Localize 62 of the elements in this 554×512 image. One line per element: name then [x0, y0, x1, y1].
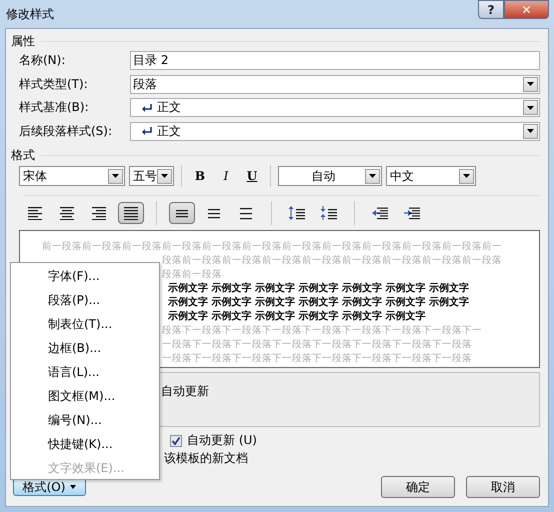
menu-item[interactable]: 边框(B)...: [11, 336, 159, 360]
section-heading: 属性: [11, 32, 35, 50]
caret-icon: [70, 485, 76, 489]
dropdown-icon[interactable]: [523, 100, 538, 116]
window-title: 修改样式: [5, 6, 54, 22]
indent-decrease-icon: [371, 205, 389, 221]
preview-text: 一段落下一段落下一段落下一段落下一段落下一段落下一段落下一段落: [162, 338, 472, 352]
menu-item[interactable]: 快捷键(K)...: [11, 432, 159, 456]
name-field[interactable]: 目录 2: [130, 51, 540, 70]
dropdown-icon[interactable]: [365, 168, 380, 184]
section-heading: 格式: [11, 146, 35, 164]
font-dropdown[interactable]: 宋体: [19, 166, 125, 186]
dropdown-icon[interactable]: [157, 168, 172, 184]
cancel-button[interactable]: 取消: [466, 476, 540, 498]
size-dropdown[interactable]: 五号: [129, 166, 174, 186]
help-button[interactable]: ?: [478, 0, 504, 19]
dropdown-icon[interactable]: [523, 76, 538, 92]
color-dropdown[interactable]: 自动: [278, 166, 382, 186]
preview-text: 示例文字 示例文字 示例文字 示例文字 示例文字 示例文字: [168, 310, 426, 324]
dropdown-icon[interactable]: [523, 124, 538, 139]
preview-text: 一段落下一段落下一段落下一段落下一段落下一段落下一段落下一段落: [162, 352, 472, 366]
align-icon: [122, 206, 140, 220]
menu-item[interactable]: 图文框(M)...: [11, 384, 159, 408]
preview-text: 前一段落前一段落前一段落前一段落前一段落前一段落前一段落前一段落前一段落前一段落前一段落前一: [42, 240, 502, 254]
style-dropdown[interactable]: 正文: [130, 98, 540, 118]
style-dropdown[interactable]: 正文: [130, 122, 540, 141]
align-icon: [26, 206, 44, 220]
line-spacing-icon: [205, 206, 223, 220]
line-spacing-button[interactable]: [169, 202, 195, 224]
align-icon: [90, 206, 108, 220]
underline-button[interactable]: U: [241, 166, 263, 186]
check-icon: [171, 436, 181, 446]
ok-button[interactable]: 确定: [381, 476, 455, 498]
field-label: 后续段落样式(S):: [19, 122, 114, 140]
spacing-increase-icon: [288, 205, 306, 221]
menu-item[interactable]: 字体(F)...: [11, 264, 159, 288]
indent-increase-icon: [403, 205, 421, 221]
option-text: 该模板的新文档: [164, 451, 248, 465]
preview-text: 段落前一段落: [162, 268, 222, 282]
menu-item[interactable]: 段落(P)...: [11, 288, 159, 312]
field-label: 样式类型(T):: [19, 76, 89, 93]
auto-update-checkbox[interactable]: 自动更新 (U): [170, 432, 257, 449]
language-dropdown[interactable]: 中文: [386, 166, 476, 186]
preview-text: 段落前一段落前一段落前一段落前一段落前一段落前一段落前一段落前一段落: [162, 254, 502, 268]
italic-button[interactable]: I: [215, 166, 237, 186]
style-dropdown[interactable]: 段落: [130, 74, 540, 94]
field-label: 样式基准(B):: [19, 99, 90, 116]
spacing-decrease-icon: [320, 205, 338, 221]
line-spacing-icon: [237, 206, 255, 220]
dropdown-icon[interactable]: [459, 168, 474, 184]
align-button[interactable]: [118, 202, 144, 224]
menu-item[interactable]: 编号(N)...: [11, 408, 159, 432]
preview-text: 段落下一段落下一段落下一段落下一段落下一段落下一段落下一段落下一: [162, 324, 482, 338]
dropdown-icon[interactable]: [108, 168, 123, 184]
menu-item[interactable]: 制表位(T)...: [11, 312, 159, 336]
field-label: 名称(N):: [19, 52, 66, 70]
preview-text: 示例文字 示例文字 示例文字 示例文字 示例文字 示例文字 示例文字: [168, 282, 469, 296]
menu-item[interactable]: 语言(L)...: [11, 360, 159, 384]
description-text: 自动更新: [161, 384, 209, 398]
preview-text: 示例文字 示例文字 示例文字 示例文字 示例文字 示例文字 示例文字: [168, 296, 469, 310]
bold-button[interactable]: B: [189, 166, 211, 186]
align-icon: [58, 206, 76, 220]
